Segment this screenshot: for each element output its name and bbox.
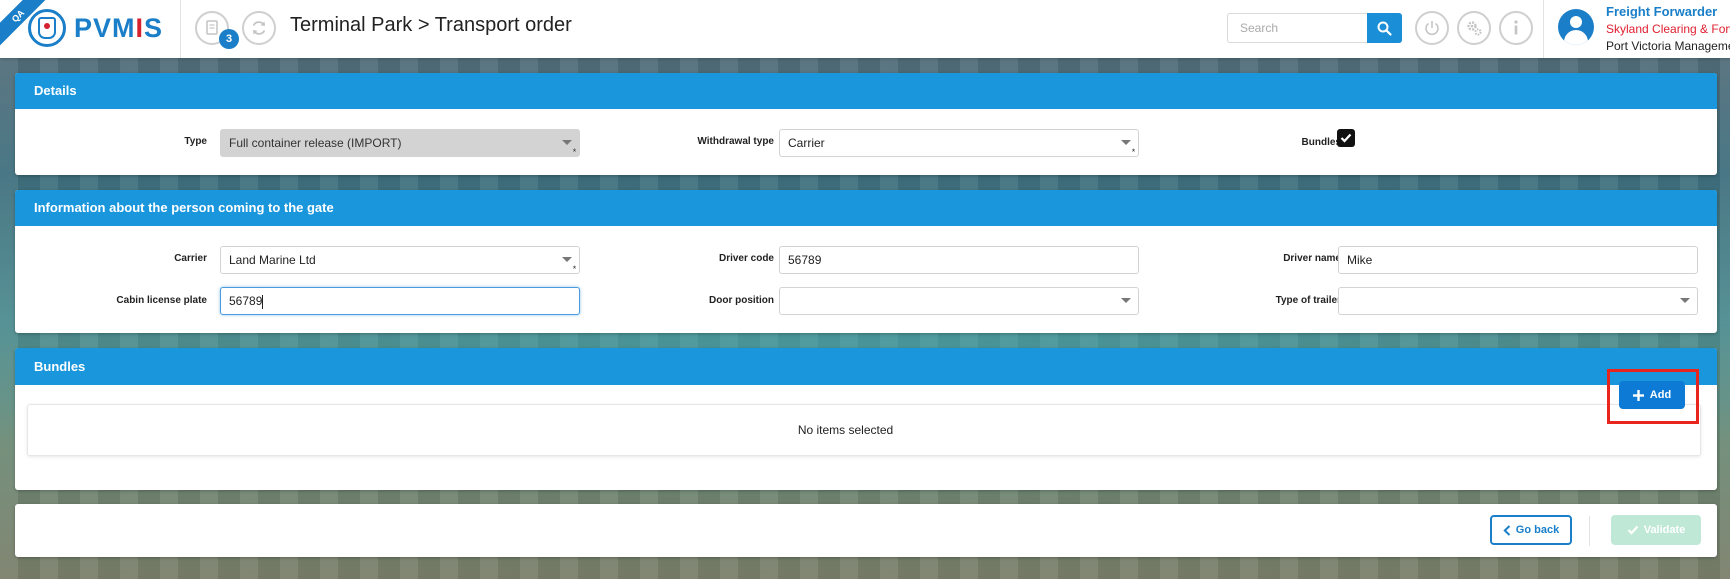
settings-button[interactable] <box>1457 11 1491 45</box>
go-back-label: Go back <box>1515 524 1560 536</box>
carrier-select[interactable]: Land Marine Ltd * <box>220 246 580 274</box>
door-position-label: Door position <box>709 295 774 306</box>
search-button[interactable] <box>1367 13 1402 43</box>
driver-name-label: Driver name <box>1283 253 1341 264</box>
details-header: Details <box>15 73 1717 109</box>
avatar[interactable] <box>1558 9 1594 45</box>
search-icon <box>1377 21 1392 36</box>
divider <box>180 0 181 58</box>
chevron-left-icon <box>1503 524 1510 536</box>
cabin-license-plate-input[interactable]: 56789 <box>220 287 580 315</box>
details-panel: Details Type Full container release (IMP… <box>15 73 1717 175</box>
withdrawal-type-value: Carrier <box>788 136 825 150</box>
chevron-down-icon <box>1680 298 1690 303</box>
withdrawal-type-select[interactable]: Carrier * <box>779 129 1139 157</box>
bundles-checkbox[interactable] <box>1337 129 1355 147</box>
divider <box>1589 516 1590 546</box>
driver-code-label: Driver code <box>718 253 774 264</box>
actions-panel: Go back Validate <box>15 504 1717 557</box>
gears-icon <box>1467 21 1482 36</box>
page-title: Terminal Park > Transport order <box>290 14 572 36</box>
carrier-value: Land Marine Ltd <box>229 253 316 267</box>
user-company: Skyland Clearing & Forwarding <box>1606 22 1730 36</box>
plus-icon <box>1632 389 1644 401</box>
app-logo[interactable]: PVMIS <box>28 8 163 48</box>
cabin-license-plate-label: Cabin license plate <box>116 295 207 306</box>
divider <box>1543 0 1544 58</box>
bundles-header: Bundles <box>15 348 1717 385</box>
chevron-down-icon <box>562 140 572 145</box>
bundles-list: No items selected <box>27 404 1701 456</box>
trailer-type-select[interactable] <box>1338 287 1698 315</box>
bundles-panel: Bundles No items selected Add <box>15 348 1717 490</box>
required-marker-icon: * <box>1131 147 1136 157</box>
checkmark-icon <box>1627 525 1639 535</box>
refresh-button[interactable] <box>242 11 276 45</box>
required-marker-icon: * <box>572 147 577 157</box>
power-icon <box>1425 21 1439 36</box>
info-button[interactable] <box>1499 11 1533 45</box>
validate-button[interactable]: Validate <box>1611 515 1701 545</box>
logo-icon <box>28 9 66 47</box>
trailer-type-label: Type of trailer <box>1275 295 1341 306</box>
driver-name-input[interactable]: Mike <box>1338 246 1698 274</box>
empty-state-text: No items selected <box>797 423 894 437</box>
user-role: Freight Forwarder <box>1606 4 1718 19</box>
chevron-down-icon <box>1121 140 1131 145</box>
go-back-button[interactable]: Go back <box>1490 515 1572 545</box>
add-bundle-button[interactable]: Add <box>1619 381 1685 409</box>
carrier-label: Carrier <box>174 253 207 264</box>
person-info-header: Information about the person coming to t… <box>15 190 1717 226</box>
search-input[interactable] <box>1227 13 1367 43</box>
bundles-checkbox-label: Bundles <box>1301 137 1341 148</box>
driver-code-input[interactable]: 56789 <box>779 246 1139 274</box>
person-info-panel: Information about the person coming to t… <box>15 190 1717 333</box>
cabin-license-plate-value: 56789 <box>229 294 263 308</box>
door-position-select[interactable] <box>779 287 1139 315</box>
user-organization: Port Victoria Management <box>1606 39 1730 53</box>
notification-count-badge: 3 <box>219 29 239 49</box>
withdrawal-type-label: Withdrawal type <box>697 136 774 147</box>
refresh-icon <box>252 21 266 35</box>
add-button-label: Add <box>1649 389 1672 401</box>
type-select[interactable]: Full container release (IMPORT) * <box>220 129 580 157</box>
required-marker-icon: * <box>572 264 577 274</box>
type-value: Full container release (IMPORT) <box>229 136 402 150</box>
logout-button[interactable] <box>1415 11 1449 45</box>
chevron-down-icon <box>562 257 572 262</box>
document-icon <box>206 20 218 35</box>
info-icon <box>1514 20 1518 35</box>
text-cursor <box>262 294 264 309</box>
chevron-down-icon <box>1121 298 1131 303</box>
top-bar: QA PVMIS 3 Terminal Park > Transport ord… <box>0 0 1730 58</box>
logo-text: PVMIS <box>74 12 164 43</box>
validate-label: Validate <box>1643 524 1686 536</box>
checkmark-icon <box>1340 133 1352 143</box>
type-label: Type <box>184 136 207 147</box>
